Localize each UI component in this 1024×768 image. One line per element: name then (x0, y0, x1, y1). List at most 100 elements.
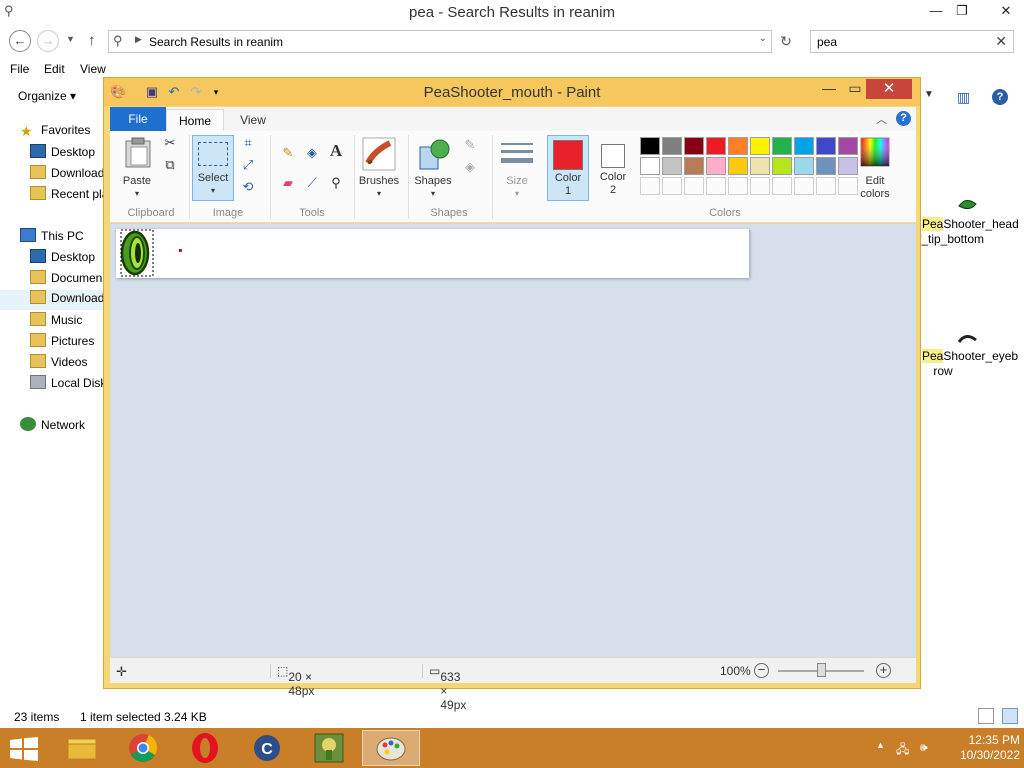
chevron-down-icon[interactable]: ▾ (408, 187, 458, 200)
magnifier-icon[interactable]: ⚲ (328, 175, 344, 191)
outline-icon[interactable]: ✎ (462, 137, 478, 153)
file-item[interactable]: PeaShooter_eyeb row (920, 330, 1018, 379)
shapes-icon[interactable] (416, 137, 450, 171)
chevron-down-icon[interactable]: ▾ (120, 187, 154, 200)
palette-custom-slot[interactable] (816, 177, 836, 195)
palette-swatch[interactable] (750, 157, 770, 175)
tab-file[interactable]: File (110, 107, 166, 131)
minimize-button[interactable]: — (924, 2, 948, 20)
nav-favorites[interactable]: ★ Favorites (20, 123, 90, 143)
palette-swatch[interactable] (706, 157, 726, 175)
windows-start-icon[interactable] (10, 737, 38, 761)
edit-colors-label-line2[interactable]: colors (854, 188, 896, 201)
nav-pc-pictures[interactable]: Pictures (30, 333, 94, 353)
clock[interactable]: 12:35 PM 10/30/2022 (940, 733, 1020, 763)
paint-maximize-button[interactable]: ▭ (842, 79, 868, 99)
preview-pane-icon[interactable]: ▥ (957, 89, 970, 106)
palette-swatch[interactable] (684, 137, 704, 155)
select-button[interactable]: Select ▾ (192, 135, 234, 201)
nav-pc-downloads[interactable]: Download (0, 290, 110, 310)
taskbar-file-explorer[interactable] (52, 730, 110, 766)
palette-swatch[interactable] (816, 157, 836, 175)
color1-button[interactable]: Color 1 (547, 135, 589, 201)
peashooter-mouth-image[interactable] (118, 229, 158, 279)
paste-icon[interactable] (124, 137, 154, 169)
crop-icon[interactable]: ⌗ (240, 135, 256, 151)
taskbar-chrome[interactable] (114, 730, 172, 766)
palette-swatch[interactable] (750, 137, 770, 155)
palette-swatch[interactable] (684, 157, 704, 175)
maximize-button[interactable]: ❐ (950, 2, 974, 20)
organize-button[interactable]: Organize ▾ (18, 89, 76, 103)
zoom-slider-thumb[interactable] (817, 663, 826, 677)
chevron-down-icon[interactable]: ▾ (494, 187, 540, 200)
drawing-canvas[interactable] (116, 229, 749, 278)
taskbar-pvz[interactable] (300, 730, 358, 766)
color-picker-icon[interactable]: ⟋ (304, 175, 320, 191)
address-bar[interactable]: ⚲ ▶ Search Results in reanim ⌄ (108, 30, 772, 53)
nav-pc-local-disk[interactable]: Local Disk (30, 375, 106, 395)
shape-fill-icon[interactable]: ◈ (462, 159, 478, 175)
file-item[interactable]: PeaShooter_head leaf_tip_bottom (902, 196, 1019, 247)
palette-custom-slot[interactable] (684, 177, 704, 195)
chevron-down-icon[interactable]: ⌄ (759, 33, 767, 44)
palette-swatch[interactable] (816, 137, 836, 155)
zoom-out-button[interactable]: − (754, 663, 769, 678)
canvas-area[interactable] (110, 224, 916, 657)
palette-swatch[interactable] (794, 137, 814, 155)
copy-icon[interactable]: ⧉ (162, 157, 178, 173)
palette-swatch[interactable] (640, 157, 660, 175)
nav-fav-downloads[interactable]: Download (30, 165, 104, 185)
palette-custom-slot[interactable] (750, 177, 770, 195)
minimize-ribbon-icon[interactable]: ︿ (876, 111, 887, 127)
recent-locations-dropdown[interactable]: ▼ (66, 34, 75, 44)
palette-swatch[interactable] (662, 157, 682, 175)
back-button[interactable]: ← (9, 30, 31, 52)
rotate-icon[interactable]: ⟲ (240, 179, 256, 195)
volume-icon[interactable]: 🕪 (920, 740, 928, 755)
close-button[interactable]: ✕ (994, 2, 1018, 20)
nav-pc-documents[interactable]: Documen (30, 270, 102, 290)
edit-colors-icon[interactable] (860, 137, 890, 167)
network-tray-icon[interactable]: 🖧 (896, 740, 909, 761)
refresh-button[interactable]: ↻ (774, 30, 798, 53)
palette-custom-slot[interactable] (794, 177, 814, 195)
tab-view[interactable]: View (228, 109, 278, 131)
tab-home[interactable]: Home (166, 109, 224, 131)
palette-swatch[interactable] (794, 157, 814, 175)
menu-file[interactable]: File (10, 62, 29, 76)
palette-custom-slot[interactable] (640, 177, 660, 195)
nav-pc-music[interactable]: Music (30, 312, 82, 332)
help-icon[interactable]: ? (896, 111, 911, 126)
view-options-dropdown[interactable]: ▼ (924, 89, 934, 100)
nav-fav-recent[interactable]: Recent pla (30, 186, 108, 206)
fill-icon[interactable]: ◈ (304, 145, 320, 161)
help-icon[interactable]: ? (992, 89, 1008, 105)
palette-swatch[interactable] (772, 157, 792, 175)
palette-swatch[interactable] (772, 137, 792, 155)
cut-icon[interactable]: ✂ (162, 135, 178, 151)
palette-custom-slot[interactable] (662, 177, 682, 195)
paint-minimize-button[interactable]: — (816, 79, 842, 99)
palette-swatch[interactable] (728, 157, 748, 175)
nav-pc-desktop[interactable]: Desktop (30, 249, 95, 269)
forward-button[interactable]: → (37, 30, 59, 52)
nav-this-pc[interactable]: This PC (20, 228, 84, 248)
details-view-button[interactable] (978, 708, 994, 724)
taskbar-paint[interactable] (362, 730, 420, 766)
resize-icon[interactable]: ⤢ (240, 157, 256, 173)
palette-custom-slot[interactable] (706, 177, 726, 195)
menu-edit[interactable]: Edit (44, 62, 65, 76)
palette-custom-slot[interactable] (772, 177, 792, 195)
palette-custom-slot[interactable] (728, 177, 748, 195)
pencil-icon[interactable]: ✎ (280, 145, 296, 161)
chevron-down-icon[interactable]: ▾ (354, 187, 404, 200)
tray-expand-icon[interactable]: ▲ (876, 740, 885, 750)
palette-swatch[interactable] (838, 157, 858, 175)
close-icon[interactable]: ✕ (995, 33, 1007, 50)
color2-button[interactable]: Color 2 (592, 135, 634, 201)
eraser-icon[interactable]: ▰ (280, 175, 296, 191)
menu-view[interactable]: View (80, 62, 106, 76)
taskbar-opera[interactable] (176, 730, 234, 766)
nav-network[interactable]: Network (20, 417, 85, 437)
